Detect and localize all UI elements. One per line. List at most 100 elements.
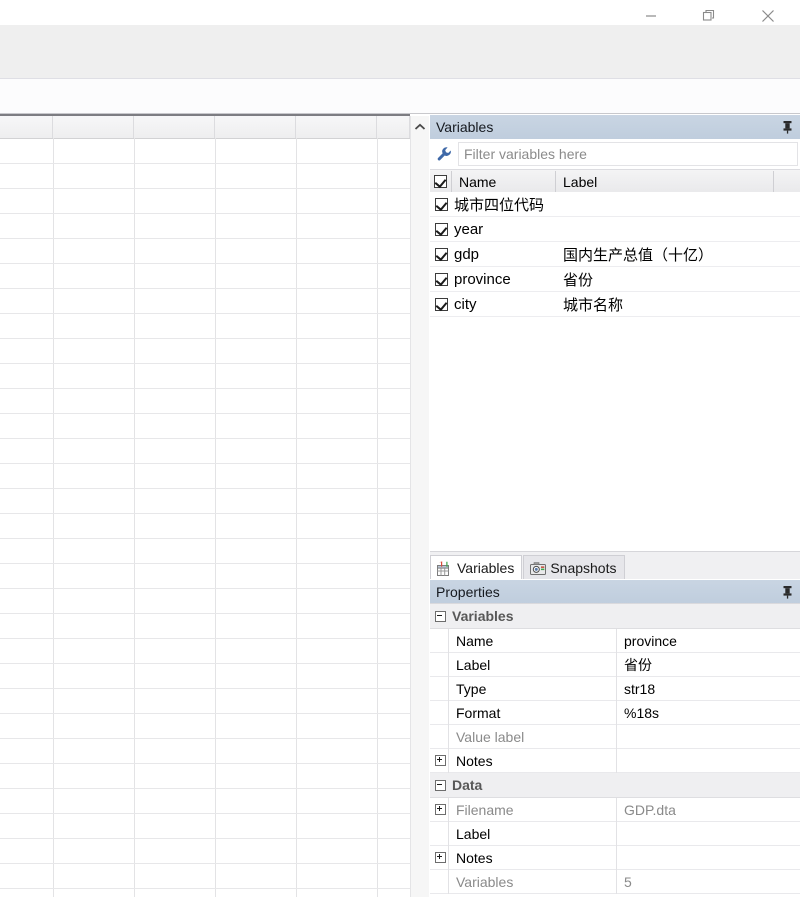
expand-toggle[interactable] — [433, 846, 448, 870]
variables-panel: Variables Name La — [430, 114, 800, 551]
data-editor-grid[interactable] — [0, 114, 429, 897]
checkbox-glyph — [435, 298, 448, 311]
property-value[interactable] — [617, 822, 800, 846]
grid-column-divider — [215, 138, 216, 897]
variable-checkbox[interactable] — [430, 223, 452, 236]
property-value[interactable]: %18s — [617, 701, 800, 725]
property-key: Notes — [448, 846, 617, 870]
property-key: Variables — [448, 870, 617, 894]
grid-row-divider — [0, 613, 410, 614]
plus-box-icon — [435, 804, 446, 815]
property-row-name[interactable]: Name province — [430, 629, 800, 653]
tab-label: Snapshots — [550, 560, 616, 576]
grid-vertical-scrollbar[interactable] — [410, 116, 429, 897]
checkbox-glyph — [435, 248, 448, 261]
property-row-notes[interactable]: Notes — [430, 749, 800, 773]
variables-list[interactable]: 城市四位代码 year gdp 国内生产总值（十亿） province 省份 c… — [430, 192, 800, 530]
minimize-icon — [645, 10, 657, 22]
grid-column-header[interactable] — [0, 116, 53, 138]
properties-group-data[interactable]: Data — [430, 773, 800, 798]
row-expander-placeholder — [433, 701, 448, 725]
collapse-toggle[interactable] — [433, 604, 448, 628]
grid-scroll-up-button[interactable] — [411, 116, 429, 138]
variable-label: 国内生产总值（十亿） — [556, 244, 800, 265]
checkbox-glyph — [435, 198, 448, 211]
property-row-variables-count[interactable]: Variables 5 — [430, 870, 800, 894]
checkbox-glyph — [434, 175, 447, 188]
row-expander-placeholder — [433, 725, 448, 749]
row-expander-placeholder — [433, 653, 448, 677]
property-value[interactable]: 省份 — [617, 653, 800, 677]
list-item[interactable]: gdp 国内生产总值（十亿） — [430, 242, 800, 267]
grid-row-divider — [0, 738, 410, 739]
grid-row-divider — [0, 338, 410, 339]
grid-row-divider — [0, 238, 410, 239]
variable-checkbox[interactable] — [430, 248, 452, 261]
property-value[interactable] — [617, 749, 800, 773]
properties-grid[interactable]: Variables Name province Label 省份 Type st… — [430, 603, 800, 898]
grid-column-header[interactable] — [377, 116, 410, 138]
collapse-toggle[interactable] — [433, 773, 448, 797]
variable-checkbox[interactable] — [430, 298, 452, 311]
grid-row-divider — [0, 388, 410, 389]
grid-row-divider — [0, 588, 410, 589]
variable-checkbox[interactable] — [430, 198, 452, 211]
tab-snapshots[interactable]: Snapshots — [523, 555, 624, 580]
checkbox-glyph — [435, 223, 448, 236]
property-value[interactable]: str18 — [617, 677, 800, 701]
pushpin-icon[interactable] — [780, 118, 794, 136]
group-title: Variables — [448, 608, 514, 624]
column-header-name[interactable]: Name — [452, 171, 556, 193]
list-item[interactable]: city 城市名称 — [430, 292, 800, 317]
variables-panel-title: Variables — [436, 119, 493, 135]
grid-row-divider — [0, 563, 410, 564]
close-icon — [761, 9, 775, 23]
grid-column-header[interactable] — [296, 116, 377, 138]
property-value[interactable] — [617, 725, 800, 749]
property-row-format[interactable]: Format %18s — [430, 701, 800, 725]
grid-row-divider — [0, 188, 410, 189]
tab-variables[interactable]: Variables — [430, 555, 522, 580]
grid-row-divider — [0, 663, 410, 664]
restore-icon — [702, 9, 716, 23]
variable-checkbox[interactable] — [430, 273, 452, 286]
property-value[interactable]: province — [617, 629, 800, 653]
pushpin-glyph — [782, 120, 793, 134]
properties-group-variables[interactable]: Variables — [430, 604, 800, 629]
wrench-icon[interactable] — [430, 141, 458, 167]
grid-column-header[interactable] — [134, 116, 215, 138]
variable-name: city — [452, 296, 556, 313]
grid-row-divider — [0, 363, 410, 364]
grid-row-divider — [0, 288, 410, 289]
expand-toggle[interactable] — [433, 798, 448, 822]
pushpin-icon[interactable] — [780, 583, 794, 601]
property-row-filename[interactable]: Filename GDP.dta — [430, 798, 800, 822]
grid-row-divider — [0, 163, 410, 164]
grid-row-divider — [0, 863, 410, 864]
property-row-data-notes[interactable]: Notes — [430, 846, 800, 870]
grid-column-header[interactable] — [53, 116, 134, 138]
property-value[interactable] — [617, 846, 800, 870]
property-row-value-label[interactable]: Value label — [430, 725, 800, 749]
list-item[interactable]: year — [430, 217, 800, 242]
row-expander-placeholder — [433, 629, 448, 653]
filter-variables-input[interactable] — [458, 142, 798, 166]
row-expander-placeholder — [433, 870, 448, 894]
property-row-data-label[interactable]: Label — [430, 822, 800, 846]
grid-row-divider — [0, 763, 410, 764]
grid-row-divider — [0, 488, 410, 489]
grid-column-divider — [377, 138, 378, 897]
variables-filter-row — [430, 139, 800, 170]
list-item[interactable]: province 省份 — [430, 267, 800, 292]
grid-column-header[interactable] — [215, 116, 296, 138]
variable-name: 城市四位代码 — [452, 194, 556, 215]
property-row-type[interactable]: Type str18 — [430, 677, 800, 701]
row-expander-placeholder — [433, 677, 448, 701]
expand-toggle[interactable] — [433, 749, 448, 773]
property-key: Format — [448, 701, 617, 725]
select-all-checkbox[interactable] — [430, 171, 452, 193]
grid-row-divider — [0, 888, 410, 889]
list-item[interactable]: 城市四位代码 — [430, 192, 800, 217]
column-header-label[interactable]: Label — [556, 171, 774, 193]
property-row-label[interactable]: Label 省份 — [430, 653, 800, 677]
